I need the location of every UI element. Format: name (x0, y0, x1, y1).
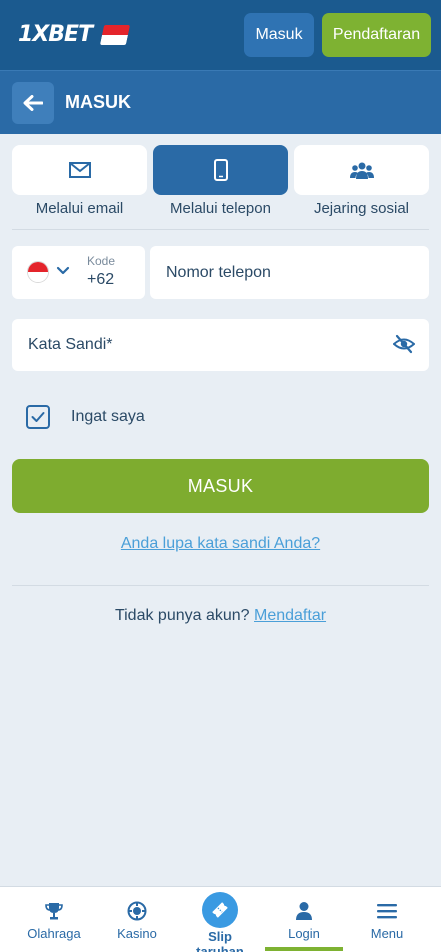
ticket-icon (212, 902, 228, 918)
trophy-icon (45, 903, 63, 920)
signup-prompt: Tidak punya akun? Mendaftar (0, 607, 441, 625)
signup-link[interactable]: Mendaftar (254, 607, 326, 624)
hamburger-icon (377, 904, 397, 919)
casino-chip-icon (127, 901, 147, 921)
nav-item-menu[interactable]: Menu (347, 887, 427, 952)
checkmark-icon (31, 412, 45, 422)
nav-item-bet-slip[interactable]: Slip taruhan (184, 887, 256, 952)
password-field[interactable]: Kata Sandi* (12, 319, 429, 371)
forgot-password-link[interactable]: Anda lupa kata sandi Anda? (0, 535, 441, 553)
divider (12, 585, 429, 586)
tab-social[interactable] (294, 145, 429, 195)
arrow-left-icon (23, 95, 43, 111)
header-login-button[interactable]: Masuk (244, 13, 314, 57)
logo[interactable]: 1XBET (18, 22, 131, 47)
country-code-select[interactable]: Kode +62 (12, 246, 145, 299)
envelope-icon (68, 162, 91, 178)
tab-social-label: Jejaring sosial (313, 200, 410, 217)
bottom-navigation: Olahraga Kasino Slip taruhan Login Menu (0, 886, 441, 952)
nav-item-sports[interactable]: Olahraga (14, 887, 94, 952)
indonesia-flag-icon (27, 261, 49, 283)
code-label: Kode (87, 254, 116, 268)
divider (12, 229, 429, 230)
logo-text: 1XBET (18, 22, 93, 47)
page-title: MASUK (65, 92, 131, 112)
phone-input[interactable]: Nomor telepon (150, 246, 429, 299)
back-button[interactable] (12, 82, 54, 124)
code-value: +62 (87, 271, 115, 288)
remember-label: Ingat saya (71, 408, 145, 425)
tab-email[interactable] (12, 145, 147, 195)
remember-checkbox[interactable] (26, 405, 50, 429)
mobile-phone-icon (213, 159, 228, 181)
nav-label-login: Login (288, 926, 320, 941)
password-placeholder: Kata Sandi* (28, 336, 113, 353)
nav-item-casino[interactable]: Kasino (97, 887, 177, 952)
nav-label-menu: Menu (370, 926, 404, 941)
people-icon (349, 162, 374, 179)
user-icon (296, 902, 312, 920)
tab-phone-label: Melalui telepon (170, 200, 271, 217)
chevron-down-icon (56, 266, 70, 275)
no-account-text: Tidak punya akun? (114, 607, 250, 624)
tab-email-label: Melalui email (35, 200, 124, 217)
login-submit-button[interactable]: MASUK (12, 459, 429, 513)
nav-label-bet-slip: Slip taruhan (196, 929, 244, 952)
nav-label-sports: Olahraga (27, 926, 81, 941)
eye-hidden-icon[interactable] (393, 333, 415, 355)
active-indicator (265, 947, 343, 951)
nav-item-login[interactable]: Login (264, 887, 344, 952)
tab-phone[interactable] (153, 145, 288, 195)
indonesia-flag-icon (99, 24, 131, 45)
header-register-button[interactable]: Pendaftaran (322, 13, 431, 57)
nav-label-casino: Kasino (117, 926, 157, 941)
phone-placeholder: Nomor telepon (166, 263, 271, 281)
title-bar: MASUK (0, 70, 441, 134)
top-header: 1XBET Masuk Pendaftaran (0, 0, 441, 70)
